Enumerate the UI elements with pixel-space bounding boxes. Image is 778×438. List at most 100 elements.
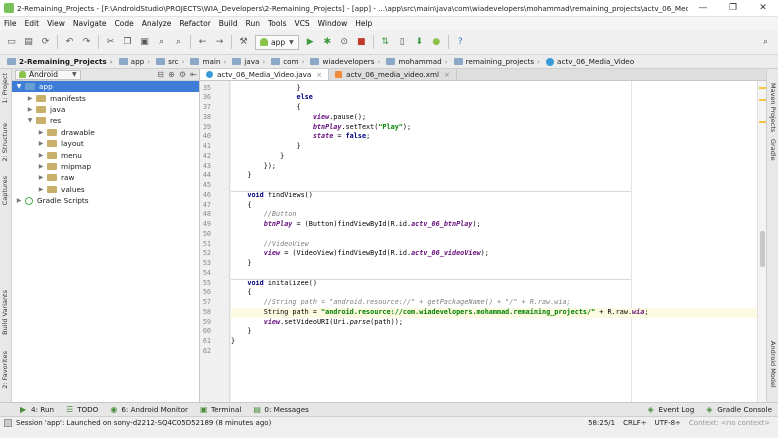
close-button[interactable]: ✕ xyxy=(748,0,778,17)
tree-item-manifests[interactable]: ▶ manifests xyxy=(12,92,199,103)
menu-tools[interactable]: Tools xyxy=(264,19,290,28)
menu-edit[interactable]: Edit xyxy=(21,19,44,28)
help-icon[interactable]: ? xyxy=(454,36,467,49)
menu-window[interactable]: Window xyxy=(314,19,352,28)
menu-file[interactable]: File xyxy=(0,19,21,28)
warning-marker[interactable] xyxy=(759,121,766,123)
tree-item-menu[interactable]: ▶ menu xyxy=(12,149,199,160)
tool-window-event-log[interactable]: ◈ Event Log xyxy=(642,405,701,414)
toggle-tool-windows-icon[interactable] xyxy=(4,419,12,427)
file-encoding[interactable]: UTF-8÷ xyxy=(651,419,685,427)
minimize-button[interactable]: — xyxy=(688,0,718,17)
run-icon[interactable]: ▶ xyxy=(304,36,317,49)
tool-tab-structure[interactable]: 2: Structure xyxy=(1,123,9,162)
save-all-icon[interactable]: ▤ xyxy=(22,36,35,49)
menu-view[interactable]: View xyxy=(43,19,69,28)
tool-window-todo[interactable]: ☰ TODO xyxy=(60,405,104,414)
tree-item-java[interactable]: ▶ java xyxy=(12,104,199,115)
copy-icon[interactable]: ❐ xyxy=(121,36,134,49)
breadcrumb-item[interactable]: wiadevelopers › xyxy=(307,57,383,66)
warning-marker[interactable] xyxy=(759,99,766,101)
menu-refactor[interactable]: Refactor xyxy=(175,19,214,28)
tool-tab-build-variants[interactable]: Build Variants xyxy=(1,290,9,335)
tool-tab-captures[interactable]: Captures xyxy=(1,176,9,205)
forward-icon[interactable]: → xyxy=(213,36,226,49)
breadcrumb-item[interactable]: actv_06_Media_Video xyxy=(543,57,637,66)
menu-run[interactable]: Run xyxy=(242,19,264,28)
open-folder-icon[interactable]: ▭ xyxy=(5,36,18,49)
chevron-right-icon[interactable]: ▶ xyxy=(37,186,45,193)
breadcrumb-item[interactable]: remaining_projects › xyxy=(451,57,543,66)
tree-item-values[interactable]: ▶ values xyxy=(12,184,199,195)
make-project-icon[interactable]: ⚒ xyxy=(237,36,250,49)
chevron-right-icon[interactable]: ▶ xyxy=(15,197,23,204)
avd-manager-icon[interactable]: ▯ xyxy=(396,36,409,49)
scrollbar-thumb[interactable] xyxy=(760,231,765,267)
chevron-right-icon[interactable]: ▶ xyxy=(37,163,45,170)
chevron-right-icon[interactable]: ▶ xyxy=(37,174,45,181)
paste-icon[interactable]: ▣ xyxy=(138,36,151,49)
chevron-down-icon[interactable]: ▼ xyxy=(15,83,23,90)
tree-item-layout[interactable]: ▶ layout xyxy=(12,138,199,149)
tool-window-gradle-console[interactable]: ◈ Gradle Console xyxy=(700,405,778,414)
project-view-select[interactable]: Android ▼ xyxy=(15,69,81,80)
editor-tab[interactable]: actv_06_Media_Video.java × xyxy=(200,69,330,80)
menu-analyze[interactable]: Analyze xyxy=(138,19,176,28)
breadcrumb-item[interactable]: 2-Remaining_Projects › xyxy=(4,57,116,66)
breadcrumb-item[interactable]: com › xyxy=(268,57,307,66)
tree-item-mipmap[interactable]: ▶ mipmap xyxy=(12,161,199,172)
chevron-down-icon[interactable]: ▼ xyxy=(26,117,34,124)
chevron-right-icon[interactable]: ▶ xyxy=(26,95,34,102)
run-configuration-select[interactable]: app ▼ xyxy=(255,34,299,50)
warning-marker[interactable] xyxy=(759,87,766,89)
line-separator[interactable]: CRLF÷ xyxy=(619,419,651,427)
replace-icon[interactable]: ⌕ xyxy=(172,36,185,49)
editor-scrollbar[interactable] xyxy=(757,81,766,402)
stop-icon[interactable]: ■ xyxy=(355,36,368,49)
tool-tab-gradle[interactable]: Gradle xyxy=(769,139,777,161)
back-icon[interactable]: ← xyxy=(196,36,209,49)
search-everywhere-icon[interactable]: ⌕ xyxy=(759,36,772,49)
tool-window-terminal[interactable]: ▣ Terminal xyxy=(194,405,247,414)
tree-item-res[interactable]: ▼ res xyxy=(12,115,199,126)
chevron-right-icon[interactable]: ▶ xyxy=(37,152,45,159)
attach-debugger-icon[interactable]: ⊙ xyxy=(338,36,351,49)
scroll-from-source-icon[interactable]: ⊕ xyxy=(166,70,177,79)
sync-gradle-icon[interactable]: ⇅ xyxy=(379,36,392,49)
close-icon[interactable]: × xyxy=(444,71,450,79)
redo-icon[interactable]: ↷ xyxy=(80,36,93,49)
chevron-right-icon[interactable]: ▶ xyxy=(26,106,34,113)
tree-item-app[interactable]: ▼ app xyxy=(12,81,199,93)
tool-window-0-messages[interactable]: ▤ 0: Messages xyxy=(247,405,315,414)
editor-tab[interactable]: actv_06_media_video.xml × xyxy=(329,69,457,80)
tool-window-4-run[interactable]: ▶ 4: Run xyxy=(14,405,60,414)
debug-icon[interactable]: ✱ xyxy=(321,36,334,49)
close-icon[interactable]: × xyxy=(316,71,322,79)
restore-button[interactable]: ❐ xyxy=(718,0,748,17)
tree-item-raw[interactable]: ▶ raw xyxy=(12,172,199,183)
breadcrumb-item[interactable]: mohammad › xyxy=(383,57,450,66)
menu-vcs[interactable]: VCS xyxy=(290,19,313,28)
sync-icon[interactable]: ⟳ xyxy=(39,36,52,49)
gear-icon[interactable]: ⚙ xyxy=(177,70,188,79)
hide-panel-icon[interactable]: ⇤ xyxy=(188,70,199,79)
tool-tab-maven-projects[interactable]: Maven Projects xyxy=(769,83,777,132)
tree-item-drawable[interactable]: ▶ drawable xyxy=(12,127,199,138)
menu-code[interactable]: Code xyxy=(111,19,138,28)
find-icon[interactable]: ⌕ xyxy=(155,36,168,49)
tool-tab-favorites[interactable]: 2: Favorites xyxy=(1,351,9,389)
code-editor[interactable]: } else { view.pause(); btnPlay.setText("… xyxy=(231,81,757,402)
collapse-all-icon[interactable]: ⊟ xyxy=(155,70,166,79)
tool-window-6-android-monitor[interactable]: ◉ 6: Android Monitor xyxy=(104,405,194,414)
android-device-monitor-icon[interactable]: ● xyxy=(430,36,443,49)
menu-help[interactable]: Help xyxy=(351,19,376,28)
menu-build[interactable]: Build xyxy=(215,19,242,28)
menu-navigate[interactable]: Navigate xyxy=(69,19,111,28)
chevron-right-icon[interactable]: ▶ xyxy=(37,140,45,147)
breadcrumb-item[interactable]: app › xyxy=(116,57,153,66)
breadcrumb-item[interactable]: java › xyxy=(229,57,268,66)
tool-tab-project[interactable]: 1: Project xyxy=(1,73,9,104)
sdk-manager-icon[interactable]: ⬇ xyxy=(413,36,426,49)
breadcrumb-item[interactable]: src › xyxy=(153,57,187,66)
undo-icon[interactable]: ↶ xyxy=(63,36,76,49)
